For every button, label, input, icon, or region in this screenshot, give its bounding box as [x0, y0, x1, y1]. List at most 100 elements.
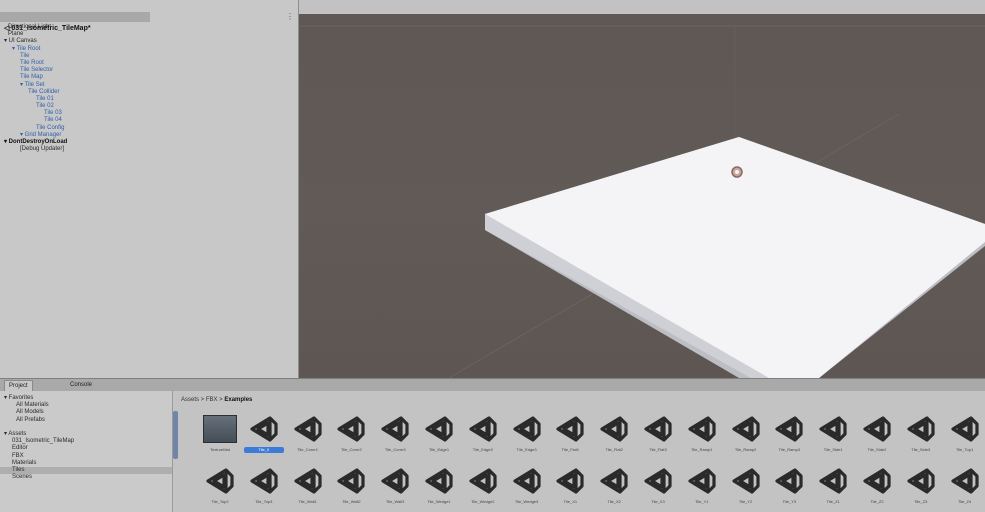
hierarchy-scene-header[interactable]: ◁ 031_Isometric_TileMap* [0, 12, 150, 32]
asset-tile[interactable]: Tile_Y3 [769, 463, 809, 507]
hierarchy-item[interactable]: Tile Config [0, 125, 298, 132]
asset-label: Tile_Flat1 [561, 447, 580, 452]
asset-thumbnail [726, 411, 766, 447]
asset-tile[interactable]: Tile_Z3 [901, 463, 941, 507]
unity-logo-icon [775, 416, 803, 442]
folder-item[interactable]: All Prefabs [0, 417, 172, 424]
hierarchy-item[interactable]: Tile 02 [0, 103, 298, 110]
asset-tile[interactable]: Tile_Wall2 [331, 463, 371, 507]
asset-tile[interactable]: Tile_Ramp3 [769, 411, 809, 455]
asset-tile[interactable]: Tile_Cornr1 [288, 411, 328, 455]
unity-logo-icon [293, 416, 322, 442]
asset-tile[interactable]: Tile_Z1 [813, 463, 853, 507]
folder-item[interactable]: Tiles [0, 466, 172, 475]
hierarchy-item[interactable]: ▾ UI Canvas [0, 38, 298, 45]
hierarchy-item[interactable]: ▾ DontDestroyOnLoad [0, 139, 298, 146]
asset-thumbnail [200, 411, 240, 447]
folder-item[interactable]: FBX [0, 453, 172, 460]
hierarchy-item[interactable]: Tile Collider [0, 89, 298, 96]
asset-tile[interactable]: Tile_Top1 [945, 411, 985, 455]
asset-tile[interactable]: Tile_Ramp2 [726, 411, 766, 455]
tab-console[interactable]: Console [66, 380, 96, 390]
asset-tile[interactable]: Tile_Y2 [726, 463, 766, 507]
asset-tile[interactable]: Tile_Flat3 [638, 411, 678, 455]
folder-item[interactable] [0, 424, 172, 431]
asset-thumbnail [594, 463, 634, 499]
project-assets-area: Assets > FBX > Examples TextureMat Tile_0… [173, 391, 985, 512]
hierarchy-item[interactable]: Tile Selector [0, 67, 298, 74]
hierarchy-menu-icon[interactable]: ⋮ [286, 12, 294, 21]
hierarchy-item[interactable]: ▾ Tile Root [0, 46, 298, 53]
asset-tile[interactable]: Tile_Edge3 [507, 411, 547, 455]
breadcrumb-current[interactable]: Examples [224, 397, 252, 403]
hierarchy-item[interactable]: Tile 01 [0, 96, 298, 103]
asset-label: Tile_Wall2 [342, 499, 361, 504]
asset-tile[interactable]: TextureMat [200, 411, 240, 455]
asset-tile[interactable]: Tile_Flat1 [550, 411, 590, 455]
breadcrumb-path[interactable]: Assets > FBX > [181, 397, 224, 403]
asset-label: Tile_Edge3 [516, 447, 537, 452]
asset-label: Tile_Z1 [826, 499, 840, 504]
asset-label: Tile_X1 [563, 499, 578, 504]
hierarchy-item[interactable]: ▾ Tile Set [0, 82, 298, 89]
scene-canvas[interactable] [299, 14, 985, 378]
asset-tile[interactable]: Tile_X2 [594, 463, 634, 507]
asset-tile[interactable]: Tile_Cornr3 [375, 411, 415, 455]
asset-tile[interactable]: Tile_Top3 [244, 463, 284, 507]
asset-tile[interactable]: Tile_X1 [550, 463, 590, 507]
hierarchy-item[interactable]: ▾ Grid Manager [0, 132, 298, 139]
folder-item[interactable]: 031_Isometric_TileMap [0, 438, 172, 445]
asset-tile[interactable]: Tile_Side1 [813, 411, 853, 455]
asset-thumbnail [550, 411, 590, 447]
hierarchy-item[interactable]: Directional Light [0, 24, 298, 31]
asset-scrollbar[interactable] [173, 411, 178, 459]
asset-tile[interactable]: Tile_Wall3 [375, 463, 415, 507]
asset-tile[interactable]: Tile_Cornr2 [331, 411, 371, 455]
asset-tile[interactable]: Tile_0 [243, 411, 284, 455]
asset-tile[interactable]: Tile_Y1 [682, 463, 722, 507]
asset-tile[interactable]: Tile_Z2 [857, 463, 897, 507]
hierarchy-panel: ◁ 031_Isometric_TileMap* ⋮ Directional L… [0, 0, 299, 378]
unity-logo-icon [425, 416, 453, 442]
hierarchy-item[interactable]: Tile Map [0, 74, 298, 81]
folder-item[interactable]: ▾ Favorites [0, 395, 172, 402]
asset-thumbnail [901, 411, 941, 447]
folder-item[interactable]: ▾ Assets [0, 431, 172, 438]
asset-tile[interactable]: Tile_Top2 [200, 463, 240, 507]
asset-tile[interactable]: Tile_Side2 [857, 411, 897, 455]
hierarchy-item[interactable]: [Debug Updater] [0, 146, 298, 153]
asset-label: Tile_Cornr2 [341, 447, 362, 452]
asset-tile[interactable]: Tile_Wedge3 [507, 463, 547, 507]
asset-tile[interactable]: Tile_Ramp1 [682, 411, 722, 455]
hierarchy-item[interactable]: Tile 04 [0, 117, 298, 124]
folder-item[interactable]: Editor [0, 445, 172, 452]
asset-tile[interactable]: Tile_X3 [638, 463, 678, 507]
unity-logo-icon [425, 468, 453, 494]
asset-tile[interactable]: Tile_Side3 [901, 411, 941, 455]
asset-label: Tile_Ramp3 [778, 447, 801, 452]
asset-thumbnail [507, 463, 547, 499]
asset-tile[interactable]: Tile_Wall1 [288, 463, 328, 507]
asset-tile[interactable]: Tile_Z4 [945, 463, 985, 507]
hierarchy-item[interactable]: Tile Root [0, 60, 298, 67]
asset-thumbnail [857, 463, 897, 499]
tab-project[interactable]: Project [4, 380, 33, 391]
asset-tile[interactable]: Tile_Wedge2 [463, 463, 503, 507]
asset-tile[interactable]: Tile_Edge1 [419, 411, 459, 455]
unity-logo-icon [644, 468, 672, 494]
scene-view[interactable] [299, 14, 985, 378]
folder-item[interactable]: All Materials [0, 402, 172, 409]
folder-item[interactable]: Materials [0, 460, 172, 467]
asset-thumbnail [857, 411, 897, 447]
asset-tile[interactable]: Tile_Wedge1 [419, 463, 459, 507]
breadcrumb: Assets > FBX > Examples [181, 397, 252, 403]
hierarchy-item[interactable]: Plane [0, 31, 298, 38]
asset-tile[interactable]: Tile_Edge2 [463, 411, 503, 455]
asset-thumbnail [945, 463, 985, 499]
folder-item[interactable]: All Models [0, 409, 172, 416]
folder-item[interactable]: Scenes [0, 474, 172, 481]
asset-thumbnail [726, 463, 766, 499]
hierarchy-item[interactable]: Tile 03 [0, 110, 298, 117]
asset-tile[interactable]: Tile_Flat2 [594, 411, 634, 455]
hierarchy-item[interactable]: Tile [0, 53, 298, 60]
